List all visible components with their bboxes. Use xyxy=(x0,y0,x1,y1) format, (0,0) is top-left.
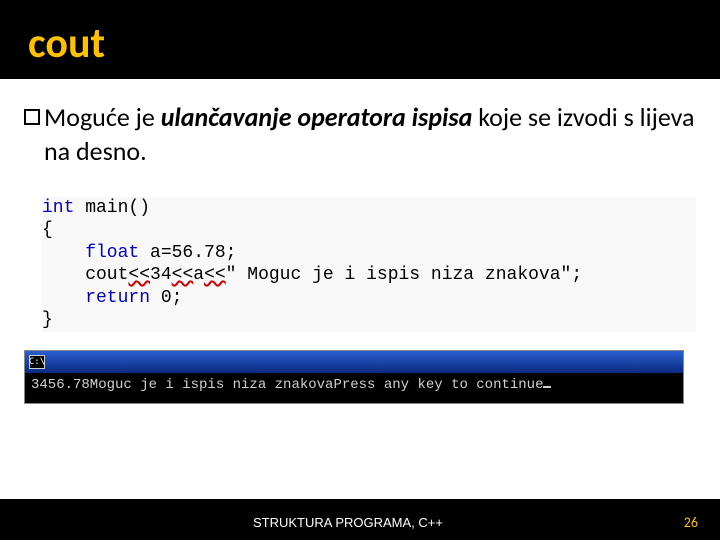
title-bar: cout xyxy=(0,0,720,83)
slide-content: Moguće je ulančavanje operatora ispisa k… xyxy=(0,83,720,499)
code-l4c: a xyxy=(193,265,204,285)
code-l1b: main() xyxy=(74,198,150,218)
kw-return: return xyxy=(42,288,150,308)
kw-int: int xyxy=(42,198,74,218)
op-ins-2: << xyxy=(172,265,194,285)
op-ins-3: << xyxy=(204,265,226,285)
footer: STRUKTURA PROGRAMA, C++ 26 xyxy=(0,504,720,540)
code-l3b: a=56.78; xyxy=(139,243,236,263)
code-l4b: 34 xyxy=(150,265,172,285)
bullet-text: Moguće je ulančavanje operatora ispisa k… xyxy=(44,101,696,169)
code-l6: } xyxy=(42,310,53,330)
footer-text: STRUKTURA PROGRAMA, C++ xyxy=(253,515,443,530)
console-body: 3456.78Moguc je i ispis niza znakovaPres… xyxy=(25,373,683,403)
code-l4a: cout xyxy=(42,265,128,285)
bullet-paragraph: Moguće je ulančavanje operatora ispisa k… xyxy=(24,101,696,169)
kw-float: float xyxy=(42,243,139,263)
bullet-prefix: Moguće je xyxy=(44,101,161,133)
op-ins-1: << xyxy=(128,265,150,285)
slide-title: cout xyxy=(28,18,700,69)
page-number: 26 xyxy=(684,514,698,531)
cmd-icon: C:\ xyxy=(29,355,45,369)
bullet-marker xyxy=(24,109,40,125)
code-l4d: " Moguc je i ispis niza znakova"; xyxy=(226,265,582,285)
code-block: int main() { float a=56.78; cout<<34<<a<… xyxy=(42,197,696,332)
console-window: C:\ 3456.78Moguc je i ispis niza znakova… xyxy=(24,350,684,404)
code-l2: { xyxy=(42,220,53,240)
console-output: 3456.78Moguc je i ispis niza znakovaPres… xyxy=(31,377,543,393)
bullet-emph: ulančavanje operatora ispisa xyxy=(161,101,473,133)
cursor-icon xyxy=(543,386,551,388)
console-titlebar: C:\ xyxy=(25,351,683,373)
code-l5b: 0; xyxy=(150,288,182,308)
